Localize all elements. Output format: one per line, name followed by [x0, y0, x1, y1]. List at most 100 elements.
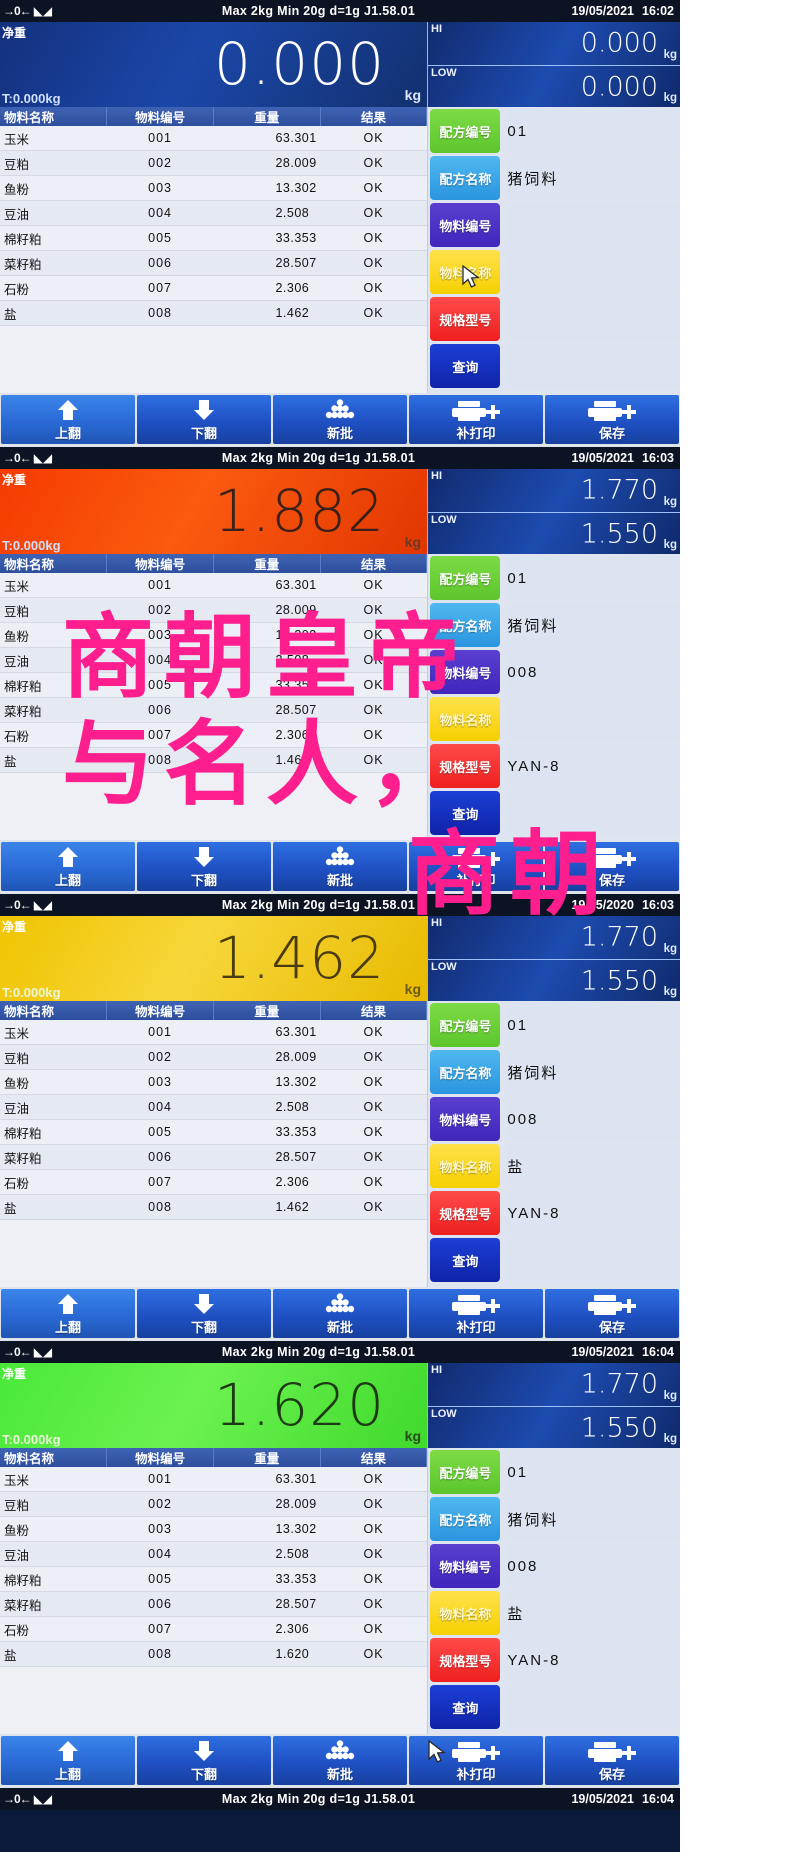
- table-row[interactable]: 玉米 001 63.301 OK: [0, 1020, 427, 1045]
- table-row[interactable]: 棉籽粕 005 33.353 OK: [0, 672, 427, 698]
- table-row[interactable]: 豆油 004 2.508 OK: [0, 1094, 427, 1120]
- sidebar-key-query[interactable]: 查询: [430, 791, 501, 835]
- reprint-button[interactable]: 补打印: [409, 1289, 543, 1338]
- table-row[interactable]: 盐 008 1.620 OK: [0, 1641, 427, 1667]
- table-row[interactable]: 棉籽粕 005 33.353 OK: [0, 1119, 427, 1145]
- sidebar-key-material-code[interactable]: 物料编号: [430, 650, 501, 694]
- new-batch-button[interactable]: 新批: [273, 842, 407, 891]
- save-button[interactable]: 保存: [545, 1736, 679, 1785]
- info-sidebar: 配方编号 配方名称 物料编号 物料名称 规格型号 查询 01 猪饲料 008 YAN-8: [427, 554, 680, 840]
- page-down-button[interactable]: 下翻: [137, 842, 271, 891]
- reprint-button[interactable]: 补打印: [409, 842, 543, 891]
- table-row[interactable]: 菜籽粕 006 28.507 OK: [0, 1591, 427, 1617]
- table-row[interactable]: 鱼粉 003 13.302 OK: [0, 1516, 427, 1542]
- cell-result: OK: [320, 1516, 427, 1542]
- weight-value: 0.000: [213, 29, 385, 98]
- sidebar-key-query[interactable]: 查询: [430, 1685, 501, 1729]
- save-button[interactable]: 保存: [545, 395, 679, 444]
- sidebar-key-spec-model[interactable]: 规格型号: [430, 744, 501, 788]
- reprint-button[interactable]: 补打印: [409, 1736, 543, 1785]
- table-row[interactable]: 玉米 001 63.301 OK: [0, 126, 427, 151]
- page-up-button[interactable]: 上翻: [1, 395, 135, 444]
- cell-result: OK: [320, 1094, 427, 1120]
- batch-icon: [320, 399, 360, 425]
- zero-indicator-icon: →0←: [3, 898, 32, 912]
- table-row[interactable]: 豆粕 002 28.009 OK: [0, 1044, 427, 1070]
- table-row[interactable]: 豆粕 002 28.009 OK: [0, 1491, 427, 1517]
- table-row[interactable]: 鱼粉 003 13.302 OK: [0, 1069, 427, 1095]
- cell-material-code: 005: [106, 1119, 214, 1145]
- table-row[interactable]: 棉籽粕 005 33.353 OK: [0, 1566, 427, 1592]
- new-batch-button[interactable]: 新批: [273, 1289, 407, 1338]
- table-body: 玉米 001 63.301 OK 豆粕 002 28.009 OK 鱼粉 003 13.302 OK 豆…: [0, 1467, 427, 1667]
- sidebar-key-formula-name[interactable]: 配方名称: [430, 156, 501, 200]
- cell-result: OK: [320, 225, 427, 251]
- sidebar-key-spec-model[interactable]: 规格型号: [430, 1191, 501, 1235]
- sidebar-key-spec-model[interactable]: 规格型号: [430, 1638, 501, 1682]
- page-down-button[interactable]: 下翻: [137, 1289, 271, 1338]
- page-up-button[interactable]: 上翻: [1, 1736, 135, 1785]
- cell-material-name: 盐: [0, 747, 107, 773]
- cell-weight: 63.301: [213, 1020, 321, 1045]
- table-row[interactable]: 玉米 001 63.301 OK: [0, 1467, 427, 1492]
- table-row[interactable]: 豆粕 002 28.009 OK: [0, 150, 427, 176]
- table-row[interactable]: 盐 008 1.462 OK: [0, 747, 427, 773]
- sidebar-key-formula-code[interactable]: 配方编号: [430, 109, 501, 153]
- sidebar-key-formula-name[interactable]: 配方名称: [430, 603, 501, 647]
- sidebar-key-material-code[interactable]: 物料编号: [430, 203, 501, 247]
- cell-material-name: 豆油: [0, 1094, 107, 1120]
- sidebar-key-formula-name[interactable]: 配方名称: [430, 1497, 501, 1541]
- table-row[interactable]: 鱼粉 003 13.302 OK: [0, 622, 427, 648]
- table-row[interactable]: 盐 008 1.462 OK: [0, 300, 427, 326]
- cell-material-code: 005: [106, 672, 214, 698]
- cell-result: OK: [320, 672, 427, 698]
- table-row[interactable]: 豆油 004 2.508 OK: [0, 1541, 427, 1567]
- sidebar-key-query[interactable]: 查询: [430, 1238, 501, 1282]
- page-up-button[interactable]: 上翻: [1, 842, 135, 891]
- table-row[interactable]: 石粉 007 2.306 OK: [0, 1169, 427, 1195]
- sidebar-key-material-name[interactable]: 物料名称: [430, 1144, 501, 1188]
- cell-result: OK: [320, 1169, 427, 1195]
- sidebar-key-spec-model[interactable]: 规格型号: [430, 297, 501, 341]
- table-row[interactable]: 棉籽粕 005 33.353 OK: [0, 225, 427, 251]
- table-header-row: 物料名称 物料编号 重量 结果: [0, 554, 428, 573]
- cell-result: OK: [320, 1467, 427, 1492]
- sidebar-key-formula-code[interactable]: 配方编号: [430, 1003, 501, 1047]
- table-row[interactable]: 豆油 004 2.508 OK: [0, 647, 427, 673]
- table-row[interactable]: 盐 008 1.462 OK: [0, 1194, 427, 1220]
- table-row[interactable]: 玉米 001 63.301 OK: [0, 573, 427, 598]
- page-down-button[interactable]: 下翻: [137, 1736, 271, 1785]
- table-row[interactable]: 菜籽粕 006 28.507 OK: [0, 250, 427, 276]
- sidebar-key-formula-code[interactable]: 配方编号: [430, 1450, 501, 1494]
- save-button[interactable]: 保存: [545, 1289, 679, 1338]
- table-row[interactable]: 石粉 007 2.306 OK: [0, 1616, 427, 1642]
- sidebar-key-material-name[interactable]: 物料名称: [430, 697, 501, 741]
- table-row[interactable]: 石粉 007 2.306 OK: [0, 275, 427, 301]
- table-row[interactable]: 豆粕 002 28.009 OK: [0, 597, 427, 623]
- page-down-button-label: 下翻: [190, 1320, 217, 1335]
- page-up-button[interactable]: 上翻: [1, 1289, 135, 1338]
- save-button[interactable]: 保存: [545, 842, 679, 891]
- sidebar-key-formula-name[interactable]: 配方名称: [430, 1050, 501, 1094]
- sidebar-key-material-code[interactable]: 物料编号: [430, 1097, 501, 1141]
- cell-result: OK: [320, 1144, 427, 1170]
- page-down-button[interactable]: 下翻: [137, 395, 271, 444]
- sidebar-key-material-name[interactable]: 物料名称: [430, 1591, 501, 1635]
- new-batch-button[interactable]: 新批: [273, 1736, 407, 1785]
- table-row[interactable]: 鱼粉 003 13.302 OK: [0, 175, 427, 201]
- reprint-button[interactable]: 补打印: [409, 395, 543, 444]
- low-unit: kg: [663, 1433, 677, 1445]
- device-spec-label: Max 2kg Min 20g d=1g J1.58.01: [221, 1792, 416, 1806]
- table-row[interactable]: 菜籽粕 006 28.507 OK: [0, 697, 427, 723]
- hi-setpoint-row: HI 1.770 kg: [428, 916, 680, 959]
- table-row[interactable]: 石粉 007 2.306 OK: [0, 722, 427, 748]
- sidebar-key-query[interactable]: 查询: [430, 344, 501, 388]
- printer-plus-icon: [585, 1740, 639, 1768]
- table-row[interactable]: 菜籽粕 006 28.507 OK: [0, 1144, 427, 1170]
- table-row[interactable]: 豆油 004 2.508 OK: [0, 200, 427, 226]
- zero-indicator-icon: →0←: [3, 451, 32, 465]
- sidebar-key-material-code[interactable]: 物料编号: [430, 1544, 501, 1588]
- sidebar-key-material-name[interactable]: 物料名称: [430, 250, 501, 294]
- new-batch-button[interactable]: 新批: [273, 395, 407, 444]
- sidebar-key-formula-code[interactable]: 配方编号: [430, 556, 501, 600]
